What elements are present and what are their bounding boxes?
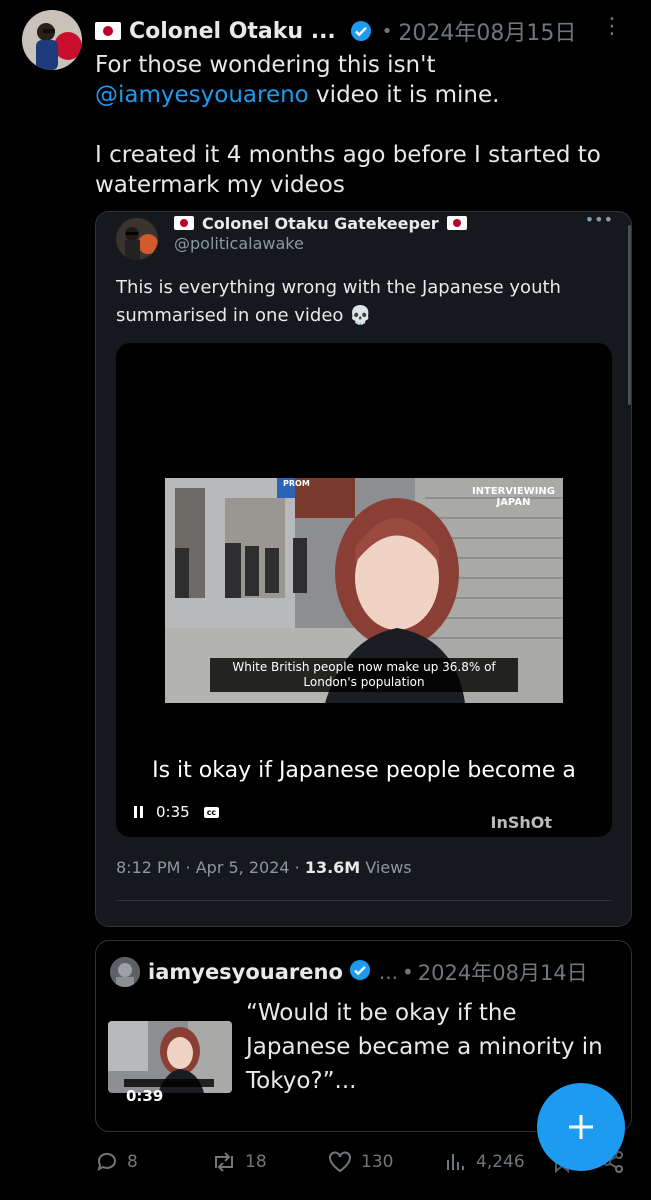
quoted2-author-avatar[interactable] xyxy=(110,957,140,987)
views-button[interactable]: 4,246 xyxy=(444,1150,525,1174)
repost-button[interactable]: 18 xyxy=(211,1150,267,1174)
quoted-author-handle[interactable]: @politicalawake xyxy=(174,234,304,253)
post-text-para2: I created it 4 months ago before I start… xyxy=(95,142,601,198)
quoted-header: Colonel Otaku Gatekeeper xyxy=(174,212,475,234)
quoted-author-name[interactable]: Colonel Otaku Gatekeeper xyxy=(202,214,439,233)
quoted2-text: “Would it be okay if the Japanese became… xyxy=(246,1000,603,1094)
post-header: Colonel Otaku ... • 2024年08月15日 xyxy=(95,14,576,48)
views-count: 4,246 xyxy=(476,1152,525,1172)
like-button[interactable]: 130 xyxy=(327,1150,393,1174)
repost-icon xyxy=(215,1152,233,1172)
more-options-icon[interactable]: ⋮ xyxy=(601,16,623,38)
post-text-line1: For those wondering this isn't xyxy=(95,52,436,78)
japan-flag-icon xyxy=(446,216,467,230)
quoted-tweet-card[interactable]: Colonel Otaku Gatekeeper @politicalawake… xyxy=(95,211,632,927)
video-time: 0:35 xyxy=(156,803,190,821)
video-overlay-title: INTERVIEWING JAPAN xyxy=(471,486,555,508)
quoted-text: This is everything wrong with the Japane… xyxy=(116,277,561,326)
more-options-icon[interactable]: ••• xyxy=(585,212,613,229)
video-controls: 0:35 cc xyxy=(134,803,220,821)
verified-badge-icon xyxy=(349,959,371,985)
video-player[interactable]: INTERVIEWING JAPAN PROM White British pe… xyxy=(116,343,612,837)
divider xyxy=(116,900,612,901)
closed-captions-icon[interactable]: cc xyxy=(203,806,220,818)
view-count: 13.6M xyxy=(304,858,361,877)
reply-button[interactable]: 8 xyxy=(95,1150,138,1174)
compose-plus-icon xyxy=(569,1115,593,1139)
quoted-meta: 8:12 PM · Apr 5, 2024 · 13.6M Views xyxy=(116,858,412,877)
repost-count: 18 xyxy=(245,1152,267,1172)
like-count: 130 xyxy=(361,1152,394,1172)
video-subtitle: White British people now make up 36.8% o… xyxy=(210,658,518,692)
quoted2-date[interactable]: 2024年08月14日 xyxy=(418,957,588,987)
author-name[interactable]: Colonel Otaku ... xyxy=(129,19,336,44)
japan-flag-icon xyxy=(95,22,121,40)
pause-icon[interactable] xyxy=(134,806,144,818)
reply-count: 8 xyxy=(127,1152,138,1172)
quoted2-video-thumbnail[interactable] xyxy=(108,1021,232,1093)
name-ellipsis: ... xyxy=(378,960,398,984)
reply-icon xyxy=(97,1152,116,1171)
quoted2-header: iamyesyouareno ... • 2024年08月14日 xyxy=(148,957,588,987)
video-frame: INTERVIEWING JAPAN PROM White British pe… xyxy=(165,478,563,703)
post-date[interactable]: 2024年08月15日 xyxy=(398,15,576,47)
video-watermark: InShOt xyxy=(490,813,552,832)
video-caption: Is it okay if Japanese people become a xyxy=(152,758,576,783)
quoted-timestamp[interactable]: 8:12 PM · Apr 5, 2024 · xyxy=(116,858,305,877)
post-text-line2: video it is mine. xyxy=(308,82,500,108)
author-avatar[interactable] xyxy=(22,10,82,70)
post-body: For those wondering this isn't @iamyesyo… xyxy=(95,50,635,200)
views-label: Views xyxy=(360,858,412,877)
mention-link[interactable]: @iamyesyouareno xyxy=(95,82,309,108)
quoted2-author-name[interactable]: iamyesyouareno xyxy=(148,960,343,984)
quoted-author-avatar[interactable] xyxy=(116,218,158,260)
compose-button[interactable] xyxy=(537,1083,625,1171)
views-icon xyxy=(447,1154,464,1170)
japan-flag-icon xyxy=(174,216,194,230)
separator-dot: • xyxy=(381,20,393,42)
like-icon xyxy=(329,1151,351,1173)
scrollbar[interactable] xyxy=(628,225,631,405)
shop-sign-text: PROM xyxy=(283,479,310,488)
quoted2-video-duration: 0:39 xyxy=(126,1087,164,1105)
separator-dot: • xyxy=(401,960,414,984)
verified-badge-icon xyxy=(350,20,372,42)
